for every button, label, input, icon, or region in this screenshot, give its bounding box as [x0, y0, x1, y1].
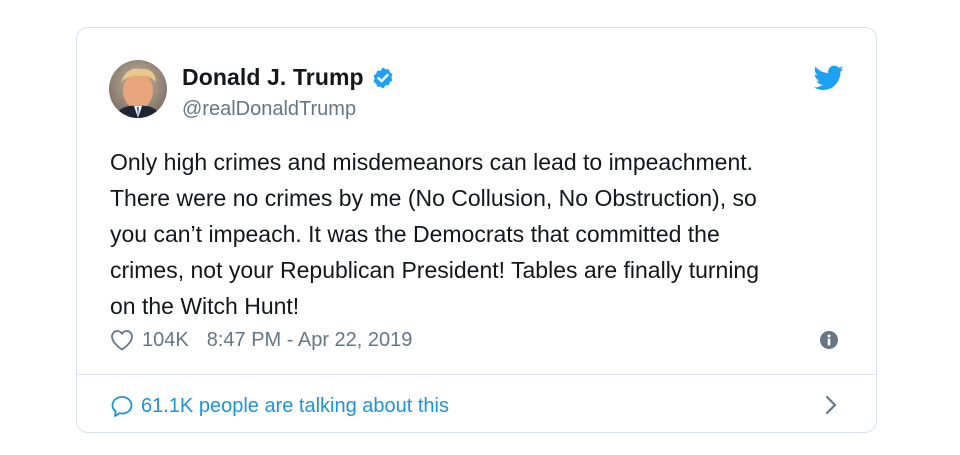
author-handle[interactable]: @realDonaldTrump	[182, 98, 356, 121]
avatar[interactable]	[109, 60, 167, 118]
speech-bubble-icon	[111, 396, 133, 417]
conversation-label[interactable]: 61.1K people are talking about this	[141, 395, 449, 418]
tweet-text: Only high crimes and misdemeanors can le…	[110, 144, 850, 324]
info-icon[interactable]	[820, 331, 838, 349]
tweet-meta-row: 104K 8:47 PM - Apr 22, 2019	[110, 326, 412, 354]
like-count[interactable]: 104K	[142, 329, 189, 352]
heart-icon[interactable]	[110, 329, 134, 351]
author-row: Donald J. Trump	[182, 64, 395, 91]
tweet-text-line: crimes, not your Republican President! T…	[110, 257, 760, 283]
avatar-image	[109, 60, 167, 118]
twitter-bird-icon[interactable]	[814, 65, 844, 91]
tweet-text-line: Only high crimes and misdemeanors can le…	[110, 149, 754, 175]
author-display-name[interactable]: Donald J. Trump	[182, 64, 364, 91]
tweet-timestamp[interactable]: 8:47 PM - Apr 22, 2019	[207, 329, 413, 352]
conversation-link[interactable]: 61.1K people are talking about this	[110, 392, 449, 420]
tweet-text-line: There were no crimes by me (No Collusion…	[110, 185, 757, 211]
tweet-text-line: you can’t impeach. It was the Democrats …	[110, 221, 720, 247]
tweet-card[interactable]: Donald J. Trump @realDonaldTrump Only hi…	[76, 27, 877, 433]
verified-badge-icon	[373, 67, 393, 88]
tweet-text-line: on the Witch Hunt!	[110, 293, 300, 319]
chevron-right-icon[interactable]	[824, 394, 838, 416]
divider	[77, 374, 876, 375]
